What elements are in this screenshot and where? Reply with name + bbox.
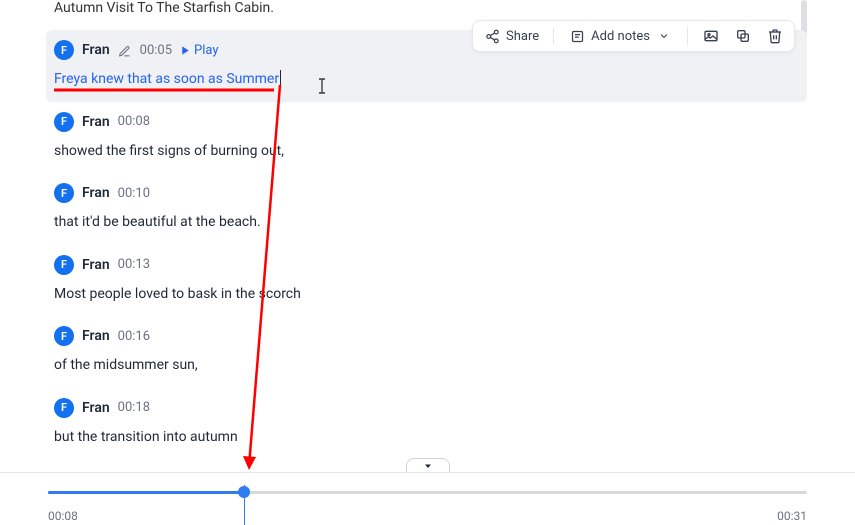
copy-icon[interactable] xyxy=(734,27,752,45)
segment-text: but the transition into autumn xyxy=(54,428,799,448)
share-button[interactable]: Share xyxy=(483,27,539,45)
timeline[interactable] xyxy=(48,483,807,503)
timestamp: 00:16 xyxy=(118,329,150,344)
collapse-handle[interactable] xyxy=(406,458,450,472)
segment-text: showed the first signs of burning out, xyxy=(54,142,799,162)
segment-text: of the midsummer sun, xyxy=(54,356,799,376)
add-notes-label: Add notes xyxy=(591,29,650,44)
separator xyxy=(553,27,554,45)
avatar: F xyxy=(54,183,74,203)
transcript-segment[interactable]: F Fran 00:16 of the midsummer sun, xyxy=(46,316,807,388)
transcript-segment[interactable]: F Fran 00:08 showed the first signs of b… xyxy=(46,102,807,174)
play-button[interactable]: Play xyxy=(180,43,219,58)
timestamp: 00:13 xyxy=(118,257,150,272)
total-time: 00:31 xyxy=(777,509,807,523)
trash-icon[interactable] xyxy=(766,27,784,45)
caret-down-icon xyxy=(422,460,434,472)
timestamp: 00:10 xyxy=(118,186,150,201)
segment-text: that it'd be beautiful at the beach. xyxy=(54,213,799,233)
page-title: Autumn Visit To The Starfish Cabin. xyxy=(54,0,274,16)
image-icon[interactable] xyxy=(702,27,720,45)
speaker-name: Fran xyxy=(82,185,110,201)
transcript-segment[interactable]: F Fran 00:13 Most people loved to bask i… xyxy=(46,245,807,317)
timestamp: 00:05 xyxy=(140,43,172,58)
speaker-name: Fran xyxy=(82,400,110,416)
speaker-name: Fran xyxy=(82,328,110,344)
avatar: F xyxy=(54,112,74,132)
player-bar: 00:08 00:31 xyxy=(0,472,855,523)
avatar: F xyxy=(54,40,74,60)
transcript-segment[interactable]: F Fran 00:18 but the transition into aut… xyxy=(46,388,807,460)
timestamp: 00:18 xyxy=(118,400,150,415)
speaker-name: Fran xyxy=(82,114,110,130)
timeline-progress xyxy=(48,491,244,494)
timestamp: 00:08 xyxy=(118,114,150,129)
segment-text: Most people loved to bask in the scorch xyxy=(54,285,799,305)
add-notes-button[interactable]: Add notes xyxy=(568,27,673,45)
edit-icon[interactable] xyxy=(118,43,132,57)
segment-text[interactable]: Freya knew that as soon as Summer xyxy=(54,70,799,90)
current-time: 00:08 xyxy=(48,509,78,523)
speaker-name: Fran xyxy=(82,257,110,273)
avatar: F xyxy=(54,255,74,275)
avatar: F xyxy=(54,398,74,418)
transcript: F Fran 00:05 Play Freya knew that as soo… xyxy=(46,30,807,460)
toolbar: Share Add notes xyxy=(472,20,795,52)
share-icon xyxy=(483,27,501,45)
play-label: Play xyxy=(194,43,219,58)
speaker-name: Fran xyxy=(82,42,110,58)
avatar: F xyxy=(54,326,74,346)
separator xyxy=(687,27,688,45)
playhead-line xyxy=(244,485,245,525)
chevron-down-icon xyxy=(655,27,673,45)
share-label: Share xyxy=(506,29,539,44)
note-icon xyxy=(568,27,586,45)
text-caret xyxy=(280,70,281,86)
transcript-segment[interactable]: F Fran 00:10 that it'd be beautiful at t… xyxy=(46,173,807,245)
